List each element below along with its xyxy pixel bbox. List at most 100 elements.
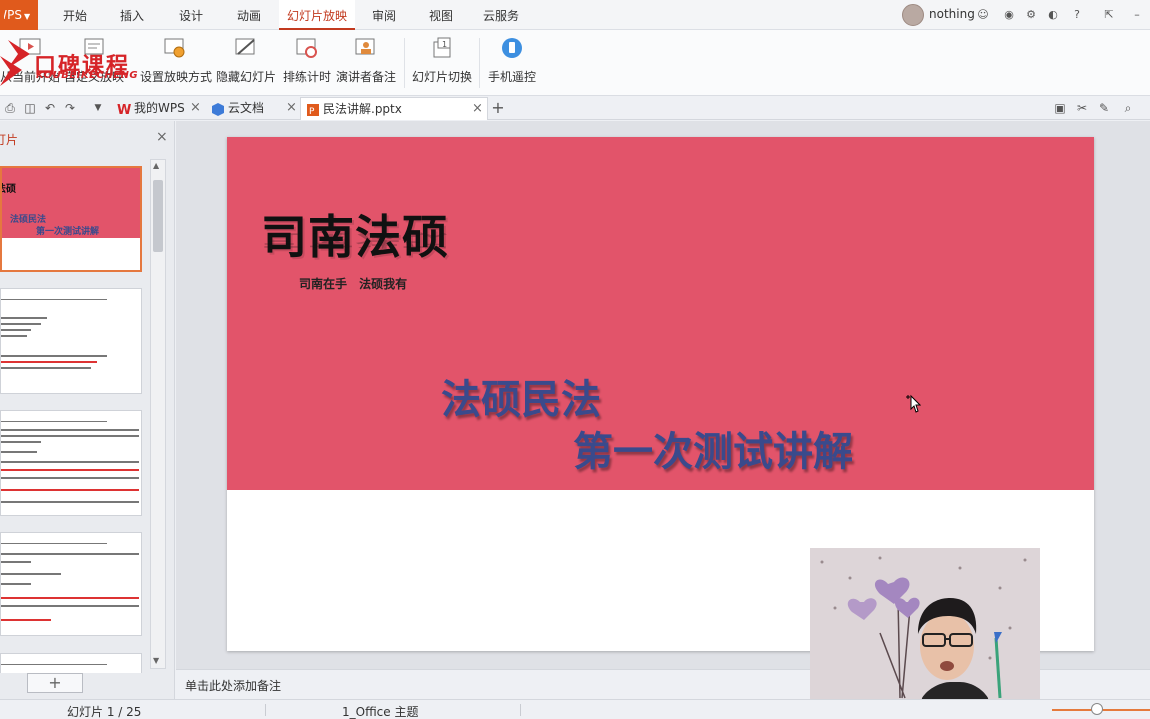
panel-header: 幻灯片 ×	[0, 121, 175, 153]
undo-icon[interactable]: ↶	[42, 100, 58, 116]
thumb-text-line	[1, 619, 51, 621]
thumb-text-line	[1, 605, 139, 607]
tab-document[interactable]: P 民法讲解.pptx ×	[300, 97, 488, 120]
status-bar: 幻灯片 1 / 25 1_Office 主题	[0, 699, 1150, 719]
thumb-text-line	[1, 355, 107, 357]
avatar[interactable]	[902, 4, 924, 26]
thumb-text-line	[1, 573, 61, 575]
setup-show-button[interactable]: 设置放映方式	[140, 34, 212, 90]
ribbon-divider	[404, 38, 405, 88]
tab-review[interactable]: 审阅	[364, 0, 404, 30]
search-icon[interactable]: ⌕	[1120, 100, 1136, 116]
thumb-text-line	[1, 553, 139, 555]
close-icon[interactable]: ×	[472, 98, 483, 120]
panel-title: 幻灯片	[0, 131, 18, 148]
thumb-rule	[1, 664, 107, 665]
close-icon[interactable]: ×	[190, 97, 201, 119]
tab-animation[interactable]: 动画	[229, 0, 269, 30]
print-icon[interactable]: ⎙	[2, 100, 18, 116]
minimize-icon[interactable]: –	[1130, 8, 1144, 22]
slides-panel: 幻灯片 × 司南法硕 法硕民法 第一次测试讲解	[0, 121, 175, 699]
slide-indicator: 幻灯片 1 / 25	[67, 705, 142, 719]
slide-subtitle-line2[interactable]: 第一次测试讲解	[573, 419, 853, 477]
thumb-text-line	[1, 361, 97, 363]
panel-scrollbar[interactable]: ▲ ▼	[150, 159, 166, 669]
tab-label: 云文档	[228, 101, 265, 115]
hide-slide-button[interactable]: 隐藏幻灯片	[216, 34, 276, 90]
app-menu-button[interactable]: WPS▼	[0, 0, 38, 30]
tab-slideshow[interactable]: 幻灯片放映	[279, 0, 356, 30]
slide-title-reflection: 司南法硕	[261, 230, 449, 250]
slide-thumbnail-5[interactable]	[0, 653, 142, 673]
tab-insert[interactable]: 插入	[112, 0, 152, 30]
ribbon-divider	[479, 38, 480, 88]
wps-logo-icon: W	[117, 101, 131, 118]
slide-transition-button[interactable]: 1 幻灯片切换	[411, 34, 473, 90]
hide-slide-icon	[234, 36, 258, 60]
tools-icon[interactable]: ✂	[1074, 100, 1090, 116]
tab-cloud-docs[interactable]: 云文档 ×	[206, 97, 300, 120]
comment-icon[interactable]: ✎	[1096, 100, 1112, 116]
close-icon[interactable]: ×	[286, 97, 297, 119]
quick-access-dropdown-icon[interactable]: ▼	[90, 100, 106, 116]
emoji-icon[interactable]: ☺	[976, 8, 990, 22]
slide-thumbnail-4[interactable]	[0, 532, 142, 636]
thumb-text-line	[1, 583, 31, 585]
help-icon[interactable]: ?	[1070, 8, 1084, 22]
scrollbar-thumb[interactable]	[153, 180, 163, 252]
cloud-docs-icon	[211, 101, 225, 116]
slide-thumbnail-2[interactable]	[0, 288, 142, 394]
new-tab-icon[interactable]: +	[490, 100, 506, 116]
notes-placeholder: 单击此处添加备注	[185, 679, 282, 693]
user-name[interactable]: nothing	[929, 7, 975, 21]
thumb-text-line	[1, 597, 139, 599]
slide-thumbnail-1[interactable]: 司南法硕 法硕民法 第一次测试讲解	[0, 166, 142, 272]
thumb-title: 司南法硕	[2, 180, 16, 195]
svg-text:W: W	[117, 103, 131, 116]
skin-icon[interactable]: ◐	[1046, 8, 1060, 22]
hide-slide-label: 隐藏幻灯片	[216, 70, 277, 84]
theme-name[interactable]: 1_Office 主题	[342, 703, 418, 719]
rehearse-timing-label: 排练计时	[282, 70, 331, 84]
speaker-notes-button[interactable]: 演讲者备注	[336, 34, 396, 90]
print-preview-icon[interactable]: ◫	[22, 100, 38, 116]
scroll-up-icon[interactable]: ▲	[153, 161, 159, 170]
thumb-text-line	[1, 323, 41, 325]
close-icon[interactable]: ×	[156, 129, 168, 145]
tab-label: 我的WPS	[134, 101, 185, 115]
thumb-subtitle-2: 第一次测试讲解	[36, 227, 100, 237]
tab-cloud-service[interactable]: 云服务	[475, 0, 527, 30]
webcam-presenter-image	[810, 548, 1040, 719]
shield-icon[interactable]: ◉	[1002, 8, 1016, 22]
tab-view[interactable]: 视图	[421, 0, 461, 30]
mouse-cursor-icon	[906, 394, 921, 413]
collapse-ribbon-icon[interactable]: ⇱	[1102, 8, 1116, 22]
brand-subtext: KOUBEIKECHENG	[36, 70, 139, 81]
slide-subtitle-line1[interactable]: 法硕民法	[441, 367, 601, 425]
tab-design[interactable]: 设计	[171, 0, 211, 30]
scroll-down-icon[interactable]: ▼	[153, 656, 159, 665]
tab-home[interactable]: 开始	[55, 0, 95, 30]
redo-icon[interactable]: ↷	[62, 100, 78, 116]
speaker-notes-label: 演讲者备注	[336, 70, 397, 84]
tab-label: 民法讲解.pptx	[323, 102, 402, 116]
status-divider	[520, 704, 521, 716]
thumb-text-line	[1, 441, 41, 443]
slideshow-icon[interactable]: ▣	[1052, 100, 1068, 116]
slide-tagline[interactable]: 司南在手 法硕我有	[299, 275, 407, 292]
thumb-rule	[1, 299, 107, 300]
thumb-text-line	[1, 477, 139, 479]
document-tab-bar: ⎙ ◫ ↶ ↷ ▼ W 我的WPS × 云文档 × P 民法讲解.pptx × …	[0, 96, 1150, 120]
thumb-text-line	[1, 561, 31, 563]
thumb-text-line	[1, 429, 139, 431]
tab-my-wps[interactable]: W 我的WPS ×	[112, 97, 204, 120]
slide-thumbnail-3[interactable]	[0, 410, 142, 516]
svg-text:P: P	[309, 107, 315, 117]
settings-icon[interactable]: ⚙	[1024, 8, 1038, 22]
thumb-text-line	[1, 317, 47, 319]
phone-remote-icon	[500, 36, 524, 60]
rehearse-timing-button[interactable]: 排练计时	[280, 34, 334, 90]
phone-remote-button[interactable]: 手机遥控	[486, 34, 538, 90]
zoom-slider-handle[interactable]	[1091, 703, 1103, 715]
add-slide-button[interactable]: +	[27, 673, 83, 693]
